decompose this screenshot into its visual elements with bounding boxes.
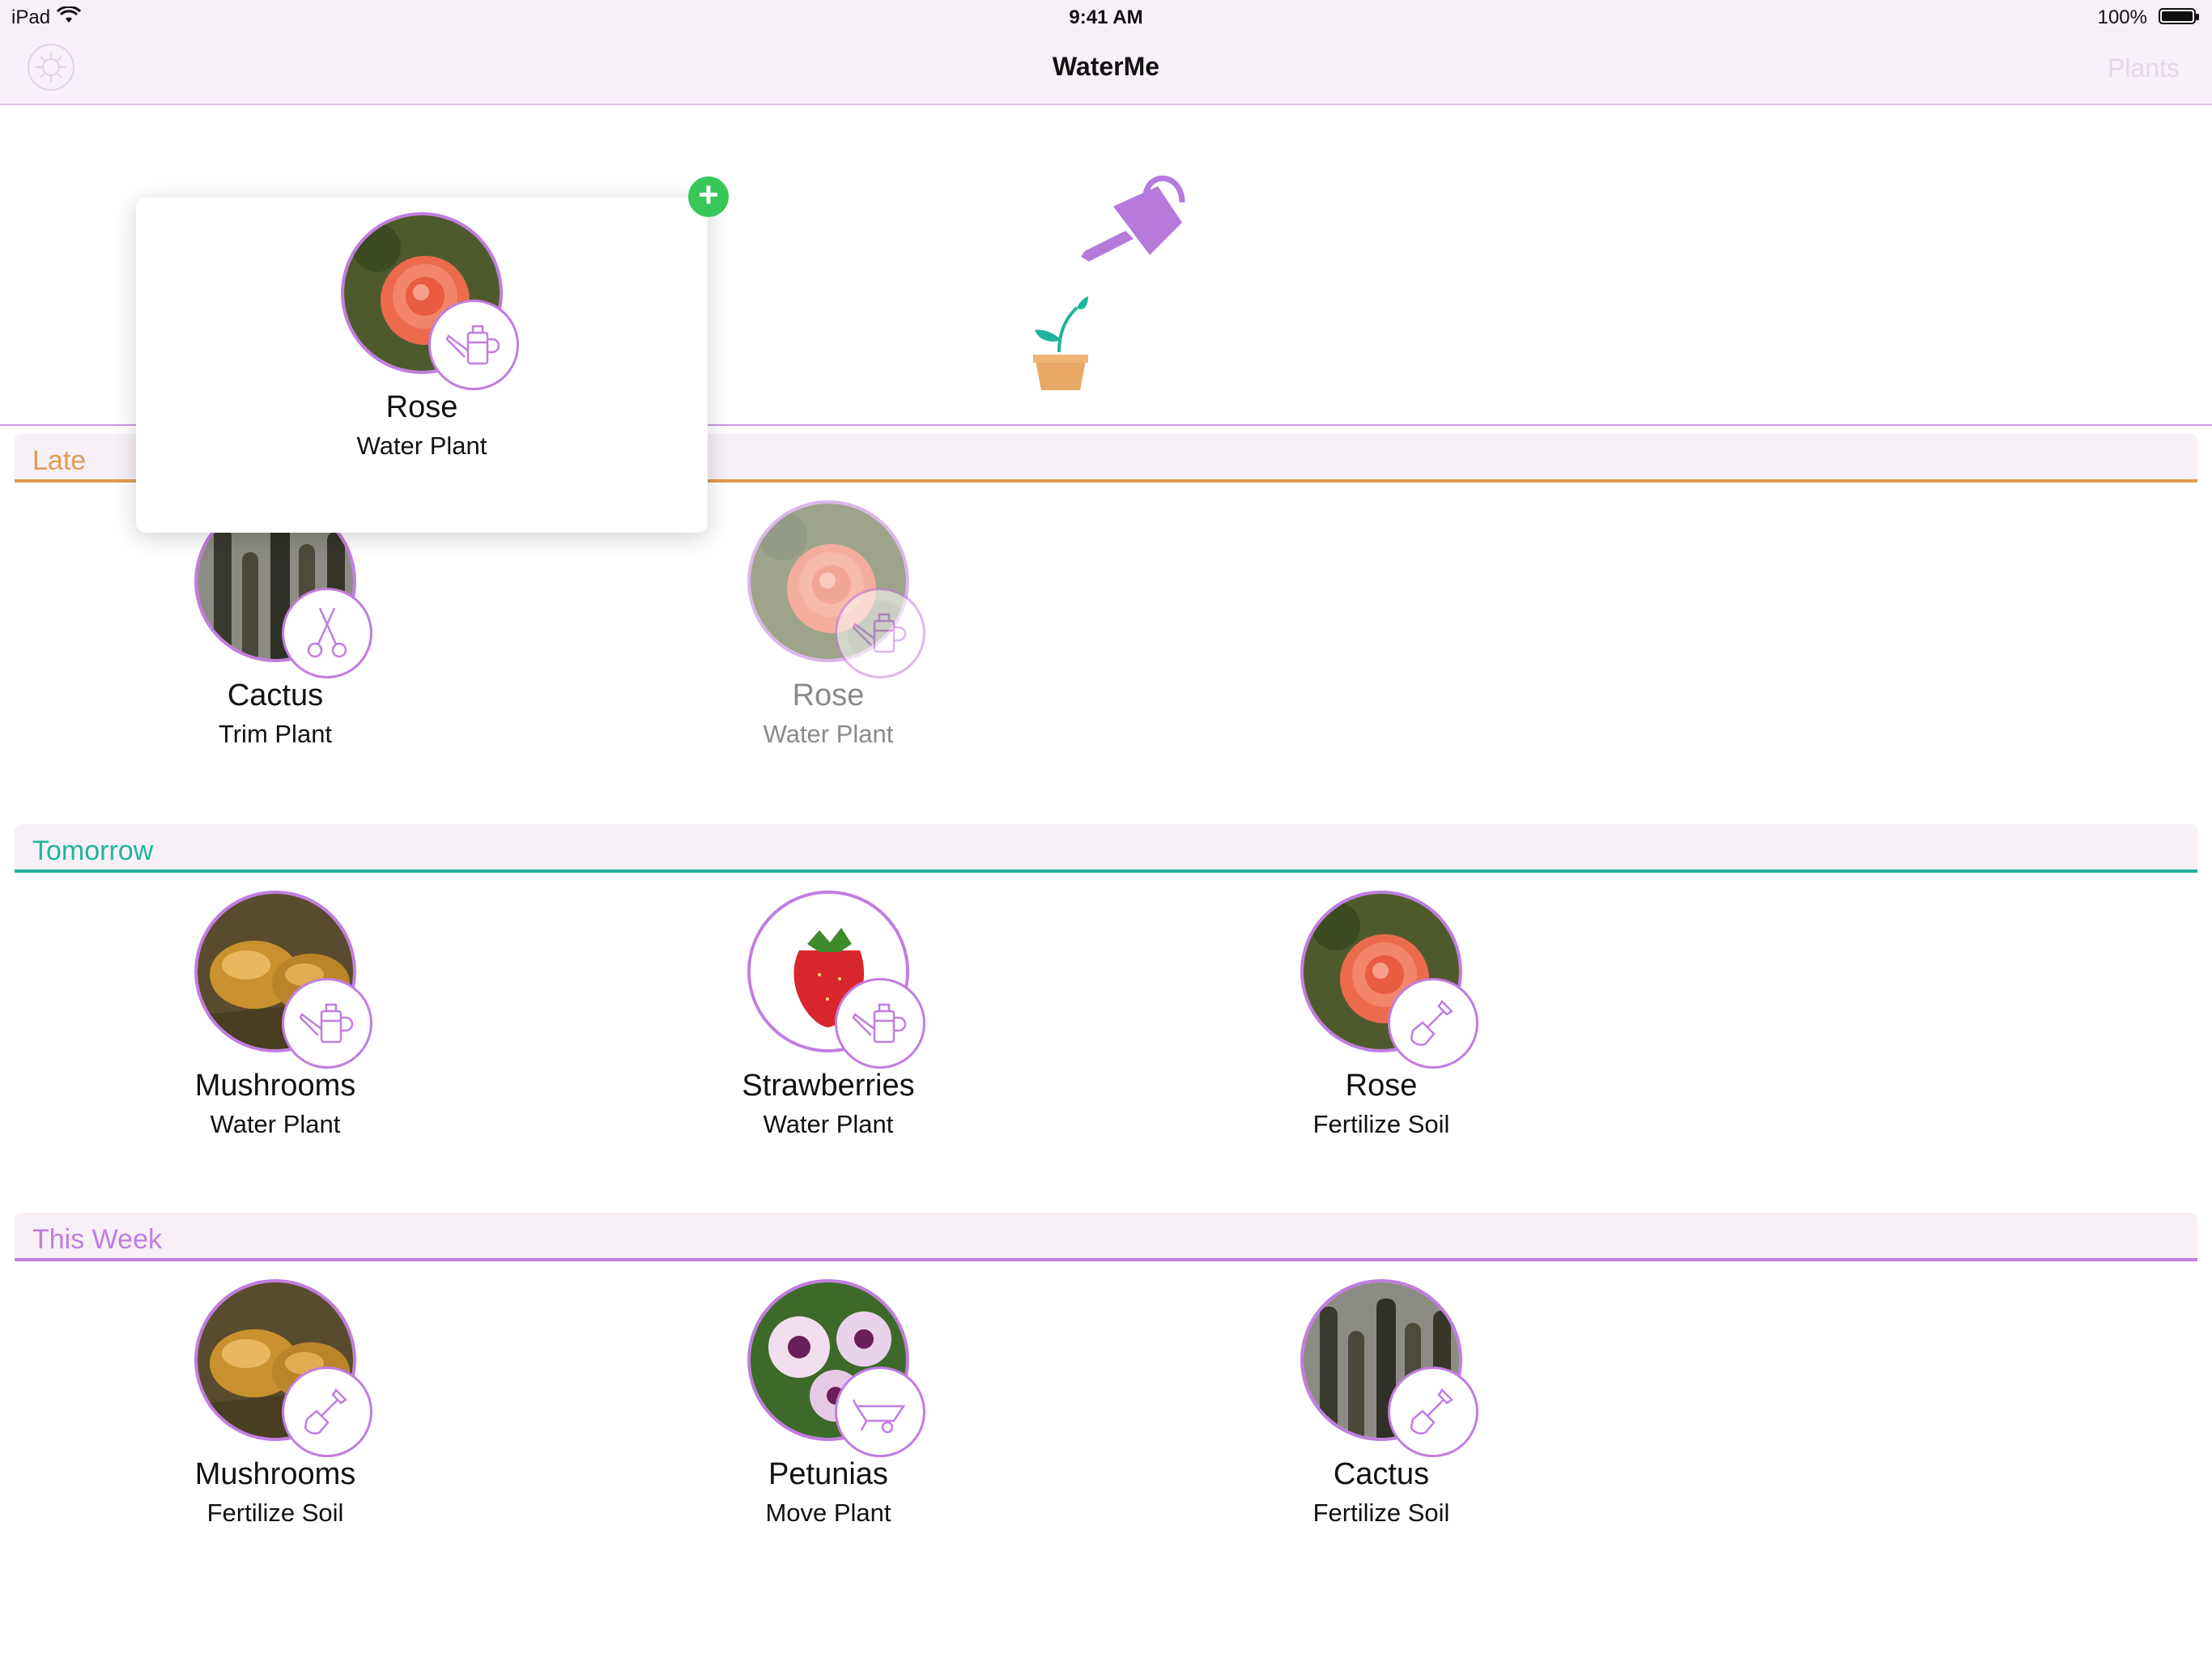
watering-can-icon [835, 978, 925, 1069]
plant-avatar [747, 891, 925, 1069]
section-header: This Week [15, 1213, 2197, 1261]
task-name: Fertilize Soil [1312, 1110, 1450, 1138]
reminder-item[interactable]: Mushrooms Fertilize Soil [113, 1279, 437, 1528]
reminder-item[interactable]: Rose Fertilize Soil [1219, 891, 1543, 1139]
task-name: Water Plant [210, 1110, 341, 1138]
watering-can-icon [835, 588, 925, 678]
task-name: Move Plant [765, 1499, 891, 1527]
wheelbarrow-icon [835, 1367, 925, 1457]
battery-icon [2159, 8, 2199, 24]
plant-avatar [194, 891, 372, 1069]
shovel-icon [1388, 978, 1478, 1069]
reminder-item[interactable]: Petunias Move Plant [666, 1279, 990, 1528]
plant-avatar [747, 500, 925, 678]
watering-can-illustration [1081, 175, 1185, 261]
plant-name: Rose [1345, 1069, 1418, 1103]
section-title: Late [32, 445, 87, 476]
battery-percent: 100% [2097, 6, 2147, 28]
plant-name: Petunias [768, 1457, 888, 1491]
task-name: Water Plant [356, 432, 487, 460]
section-title: This Week [32, 1224, 162, 1255]
plants-button[interactable]: Plants [2108, 53, 2180, 83]
shovel-icon [1388, 1367, 1478, 1457]
reminder-item[interactable]: Cactus Trim Plant [113, 500, 437, 749]
task-name: Trim Plant [218, 720, 333, 748]
reminder-item[interactable]: Cactus Fertilize Soil [1219, 1279, 1543, 1528]
plant-name: Mushrooms [194, 1069, 356, 1103]
section-title: Tomorrow [32, 835, 154, 866]
plant-name: Mushrooms [194, 1457, 356, 1491]
reminder-item[interactable]: Mushrooms Water Plant [113, 891, 437, 1139]
plant-name: Rose [792, 678, 865, 712]
plant-avatar [1300, 1279, 1478, 1457]
plant-name: Strawberries [742, 1069, 915, 1103]
plant-avatar [747, 1279, 925, 1457]
nav-title: WaterMe [1052, 52, 1160, 81]
add-drop-icon: + [688, 176, 729, 217]
task-name: Fertilize Soil [1312, 1499, 1450, 1527]
drag-preview-card[interactable]: Rose Water Plant [136, 198, 708, 533]
drag-preview-item: Rose Water Plant [260, 212, 584, 461]
status-bar: iPad 9:41 AM 100% [0, 0, 2212, 32]
reminder-item[interactable]: Rose Water Plant [666, 500, 990, 749]
watering-can-icon [282, 978, 372, 1069]
reminder-item[interactable]: Strawberries Water Plant [666, 891, 990, 1139]
plant-avatar [1300, 891, 1478, 1069]
navigation-bar: WaterMe Plants [0, 32, 2212, 105]
watering-can-icon [428, 300, 519, 390]
clock: 9:41 AM [1069, 6, 1143, 28]
plant-name: Rose [385, 390, 458, 424]
task-name: Fertilize Soil [206, 1499, 344, 1527]
shovel-icon [282, 1367, 372, 1457]
scissors-icon [282, 588, 372, 678]
plant-pot-illustration [1033, 296, 1088, 390]
plant-avatar [341, 212, 519, 390]
task-name: Water Plant [763, 720, 894, 748]
battery-fill [2162, 11, 2193, 21]
task-name: Water Plant [763, 1110, 894, 1138]
plant-name: Cactus [1333, 1457, 1430, 1491]
plant-name: Cactus [227, 678, 324, 712]
plant-avatar [194, 1279, 372, 1457]
section-header: Tomorrow [15, 824, 2197, 873]
